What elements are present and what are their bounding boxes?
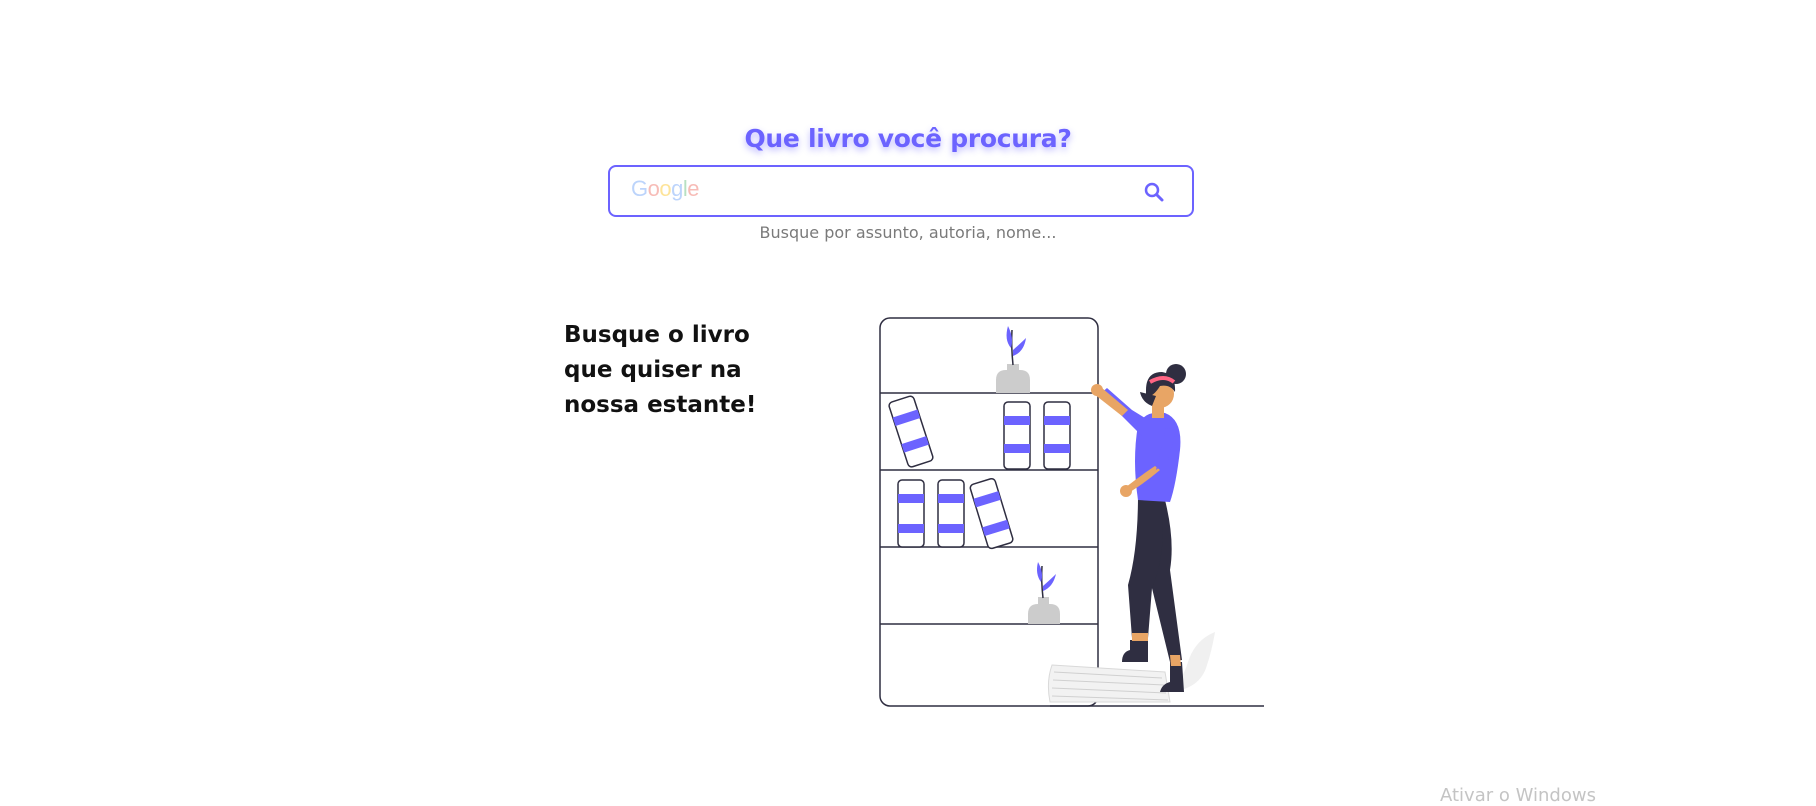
search-input[interactable]: [628, 167, 1128, 215]
tagline-line: que quiser na: [564, 357, 742, 383]
windows-activation-watermark: Ativar o Windows: [1440, 785, 1596, 806]
bookshelf-illustration: [879, 317, 1264, 707]
book: [1003, 401, 1031, 470]
book: [888, 395, 934, 468]
book: [1043, 401, 1071, 470]
book: [937, 479, 965, 548]
search-box: Google: [608, 165, 1194, 217]
search-heading: Que livro você procura?: [744, 124, 1072, 153]
search-button[interactable]: [1140, 177, 1170, 207]
book: [969, 477, 1014, 550]
paper-stack: [1047, 664, 1171, 703]
book: [897, 479, 925, 548]
search-icon: [1144, 182, 1164, 202]
tagline-line: Busque o livro: [564, 322, 750, 348]
hero-tagline: Busque o livro que quiser na nossa estan…: [564, 318, 804, 423]
plant-vase: [996, 326, 1030, 393]
search-hint: Busque por assunto, autoria, nome...: [759, 223, 1057, 242]
plant-vase: [1028, 562, 1060, 624]
woman-figure: [1091, 364, 1186, 692]
tagline-line: nossa estante!: [564, 392, 757, 418]
